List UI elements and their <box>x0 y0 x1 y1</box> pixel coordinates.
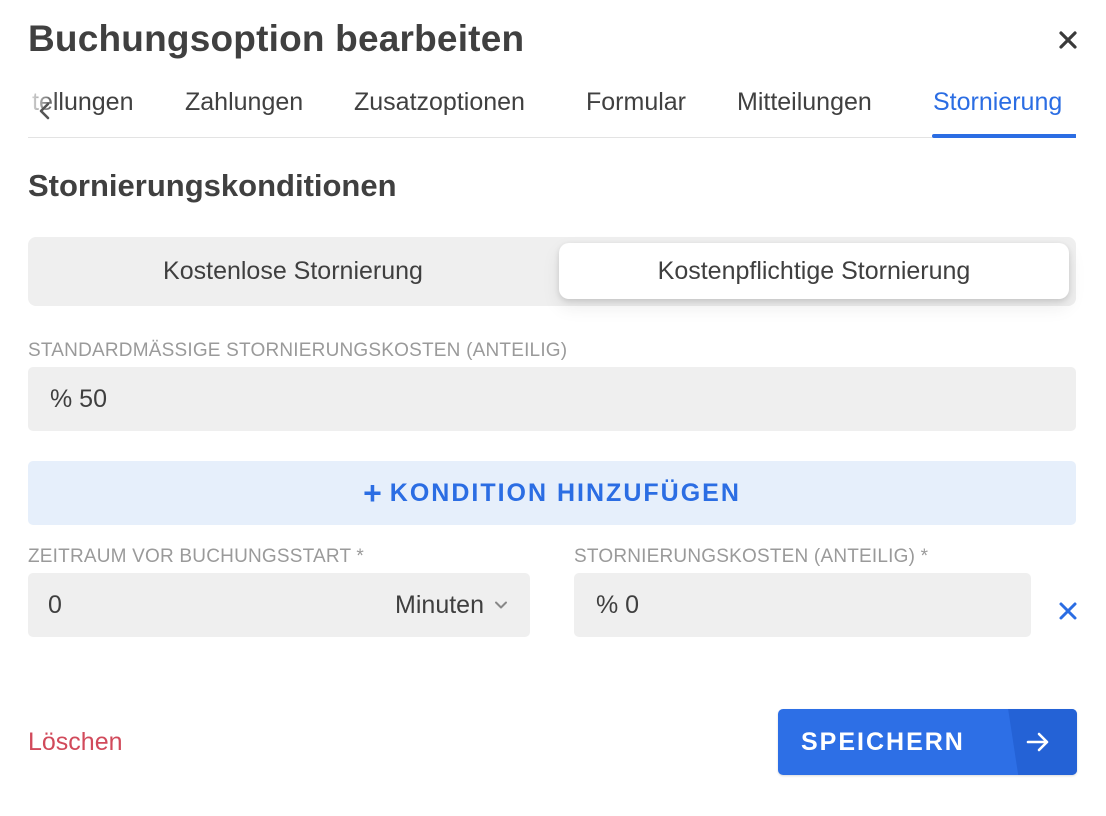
tab-zahlungen[interactable]: Zahlungen <box>185 88 303 117</box>
paid-cancellation-option[interactable]: Kostenpflichtige Stornierung <box>559 243 1069 299</box>
delete-link[interactable]: Löschen <box>28 728 123 757</box>
tab-mitteilungen[interactable]: Mitteilungen <box>737 88 872 117</box>
period-label: ZEITRAUM VOR BUCHUNGSSTART * <box>28 546 365 567</box>
section-title: Stornierungskonditionen <box>28 168 397 203</box>
close-icon <box>1059 602 1077 620</box>
default-cost-label: STANDARDMÄSSIGE STORNIERUNGSKOSTEN (ANTE… <box>28 340 568 361</box>
tab-scroll-left-button[interactable] <box>34 100 56 122</box>
add-condition-button[interactable]: + KONDITION HINZUFÜGEN <box>28 461 1076 525</box>
default-cost-input[interactable]: % 50 <box>28 367 1076 431</box>
period-input[interactable]: 0 Minuten <box>28 573 530 637</box>
condition-cost-label: STORNIERUNGSKOSTEN (ANTEILIG) * <box>574 546 929 567</box>
period-unit-select[interactable]: Minuten <box>395 573 508 637</box>
condition-cost-value: % 0 <box>596 590 640 619</box>
chevron-left-icon <box>39 102 50 120</box>
add-condition-label: KONDITION HINZUFÜGEN <box>389 478 741 507</box>
period-unit-value: Minuten <box>395 590 484 619</box>
tab-stornierung[interactable]: Stornierung <box>933 88 1062 117</box>
save-button[interactable]: SPEICHERN <box>778 709 1077 775</box>
tab-bar: tellungen Zahlungen Zusatzoptionen Formu… <box>28 80 1076 138</box>
save-label: SPEICHERN <box>801 727 965 756</box>
chevron-down-icon <box>495 601 507 609</box>
edit-booking-option-dialog: Buchungsoption bearbeiten tellungen Zahl… <box>0 0 1106 816</box>
dialog-title: Buchungsoption bearbeiten <box>28 18 525 59</box>
plus-icon: + <box>363 475 384 511</box>
remove-condition-button[interactable] <box>1057 600 1079 622</box>
tab-zusatzoptionen[interactable]: Zusatzoptionen <box>354 88 525 117</box>
tab-scroll-area: tellungen Zahlungen Zusatzoptionen Formu… <box>28 80 1076 138</box>
close-icon <box>1059 31 1077 49</box>
condition-cost-input[interactable]: % 0 <box>574 573 1031 637</box>
period-value: 0 <box>48 590 62 619</box>
close-button[interactable] <box>1054 26 1082 54</box>
cancellation-type-toggle: Kostenlose Stornierung Kostenpflichtige … <box>28 237 1076 306</box>
default-cost-value: % 50 <box>50 384 107 413</box>
active-tab-indicator <box>932 134 1076 138</box>
free-cancellation-option[interactable]: Kostenlose Stornierung <box>28 237 558 306</box>
arrow-right-icon <box>1026 732 1049 752</box>
tab-formular[interactable]: Formular <box>586 88 686 117</box>
